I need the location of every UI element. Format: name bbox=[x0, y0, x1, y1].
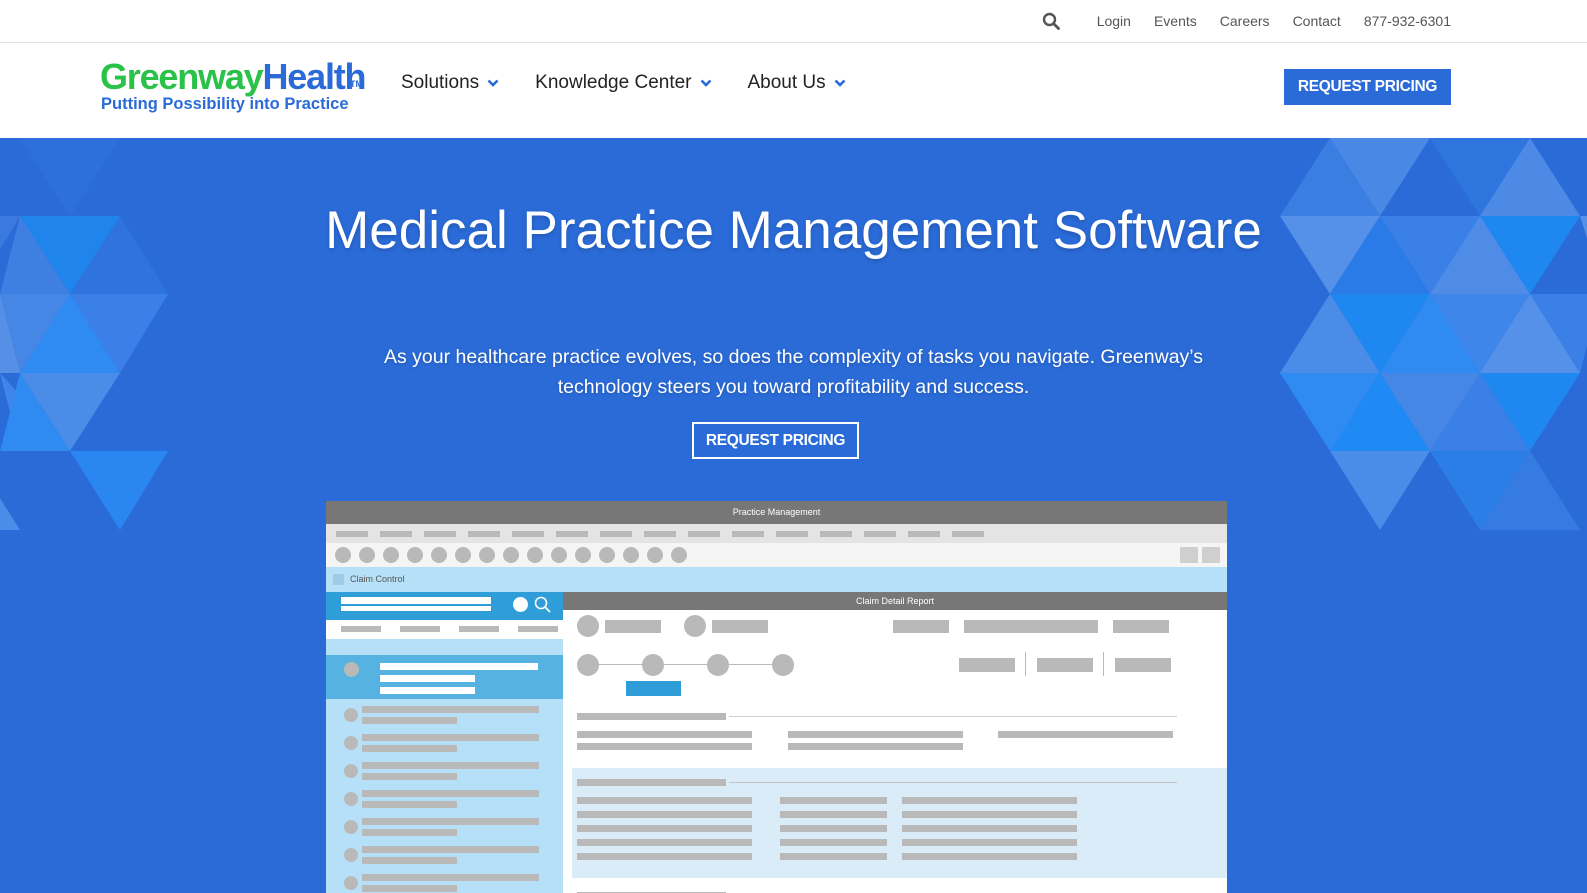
utility-links: Login Events Careers Contact 877-932-630… bbox=[1041, 0, 1451, 42]
contact-link[interactable]: Contact bbox=[1293, 13, 1341, 29]
mockup-window-title: Practice Management bbox=[326, 501, 1227, 524]
nav-about-us-label: About Us bbox=[747, 72, 826, 93]
logo-wordmark: GreenwayHealth bbox=[100, 56, 367, 97]
phone-link[interactable]: 877-932-6301 bbox=[1364, 13, 1451, 29]
hero-section: Medical Practice Management Software As … bbox=[0, 138, 1587, 893]
nav-solutions-label: Solutions bbox=[401, 72, 480, 93]
main-header: GreenwayHealth TM Putting Possibility in… bbox=[0, 43, 1587, 138]
chevron-down-icon bbox=[700, 79, 711, 87]
greenway-health-logo[interactable]: GreenwayHealth TM Putting Possibility in… bbox=[100, 57, 370, 119]
nav-about-us[interactable]: About Us bbox=[748, 72, 846, 94]
chevron-down-icon bbox=[834, 79, 846, 87]
chevron-down-icon bbox=[487, 79, 499, 87]
search-icon[interactable] bbox=[1041, 11, 1061, 31]
mockup-menu-bar bbox=[326, 524, 1227, 543]
events-link[interactable]: Events bbox=[1154, 13, 1197, 29]
mockup-claim-detail: Claim Detail Report bbox=[563, 592, 1227, 893]
mockup-claim-control: Claim Control bbox=[326, 567, 1227, 592]
mockup-detail-title: Claim Detail Report bbox=[563, 592, 1227, 610]
hero-title: Medical Practice Management Software bbox=[325, 201, 1262, 260]
nav-knowledge-center-label: Knowledge Center bbox=[535, 72, 692, 93]
utility-bar: Login Events Careers Contact 877-932-630… bbox=[0, 0, 1587, 43]
mockup-claim-list bbox=[326, 592, 563, 893]
logo-tagline: Putting Possibility into Practice bbox=[101, 95, 349, 113]
primary-nav: Solutions Knowledge Center About Us bbox=[401, 72, 846, 94]
mockup-toolbar bbox=[326, 543, 1227, 567]
request-pricing-hero-button[interactable]: REQUEST PRICING bbox=[692, 422, 859, 459]
nav-solutions[interactable]: Solutions bbox=[401, 72, 499, 94]
product-screenshot: Practice Management Claim Control Claim … bbox=[326, 501, 1227, 893]
nav-knowledge-center[interactable]: Knowledge Center bbox=[535, 72, 711, 94]
hero-subtitle: As your healthcare practice evolves, so … bbox=[383, 346, 1204, 398]
login-link[interactable]: Login bbox=[1097, 13, 1131, 29]
logo-trademark: TM bbox=[350, 79, 363, 89]
request-pricing-header-button[interactable]: REQUEST PRICING bbox=[1284, 69, 1451, 105]
careers-link[interactable]: Careers bbox=[1220, 13, 1270, 29]
